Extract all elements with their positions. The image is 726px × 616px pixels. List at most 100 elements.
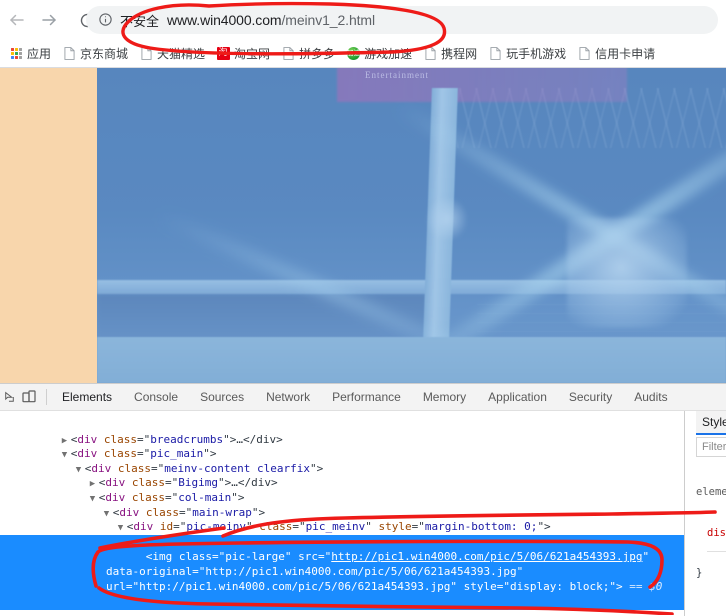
- document-icon: [62, 47, 76, 61]
- dom-attr-value: http://pic1.win4000.com/pic/5/06/621a454…: [139, 579, 451, 593]
- bookmark-label: 携程网: [441, 47, 478, 61]
- device-toolbar-icon[interactable]: [16, 385, 42, 409]
- dom-line-bigimg[interactable]: ▶ <div class="Bigimg">…</div>: [0, 462, 684, 489]
- bookmark-ctrip[interactable]: 携程网: [418, 43, 482, 65]
- green-circle-icon: 加速: [346, 47, 361, 61]
- dom-line-col-main[interactable]: ▼ <div class="col-main">: [0, 476, 684, 504]
- taobao-icon-glyph: 淘: [216, 47, 230, 60]
- dom-tree-scrollbar[interactable]: [673, 411, 683, 616]
- tab-console[interactable]: Console: [123, 384, 189, 411]
- styles-pane: Styles Filter element.style { dis } .pic…: [684, 411, 726, 616]
- dom-selected-marker: == $0: [629, 579, 663, 593]
- devtools-tabs: Elements Console Sources Network Perform…: [51, 384, 679, 411]
- style-selector-text: element.style: [696, 486, 726, 498]
- url-text: www.win4000.com/meinv1_2.html: [167, 12, 375, 28]
- dom-tag-name: img: [152, 550, 173, 564]
- taobao-icon: 淘: [216, 47, 230, 61]
- dom-attr-name: src: [298, 550, 318, 564]
- devtools-toolbar: Elements Console Sources Network Perform…: [0, 384, 726, 411]
- address-bar[interactable]: 不安全 www.win4000.com/meinv1_2.html: [86, 6, 718, 34]
- styles-filter-placeholder: Filter: [702, 441, 726, 453]
- bookmark-pdd[interactable]: 拼多多: [276, 43, 340, 65]
- photo-artwork: Entertainment: [97, 68, 726, 383]
- bookmark-label: 淘宝网: [234, 47, 271, 61]
- tab-sources[interactable]: Sources: [189, 384, 255, 411]
- tab-performance[interactable]: Performance: [321, 384, 412, 411]
- styles-tab[interactable]: Styles: [696, 411, 726, 435]
- bookmark-credit-card[interactable]: 信用卡申请: [572, 43, 660, 65]
- styles-rules-list[interactable]: element.style { dis } .pic- large wid wi…: [696, 459, 726, 616]
- tab-network[interactable]: Network: [255, 384, 321, 411]
- devtools-panel: Elements Console Sources Network Perform…: [0, 383, 726, 616]
- dom-line-breadcrumbs[interactable]: ▶ <div class="breadcrumbs">…</div>: [0, 418, 684, 446]
- photo-floor: [97, 337, 726, 383]
- bookmarks-bar: 应用 京东商城 天猫精选 淘 淘宝网 拼多多 加速 游戏加速 携程网 玩手机游戏…: [0, 40, 726, 68]
- bookmark-tmall[interactable]: 天猫精选: [134, 43, 210, 65]
- devtools-toolbar-icons: [0, 385, 51, 409]
- tab-elements[interactable]: Elements: [51, 384, 123, 411]
- photo-highlight: [567, 218, 687, 328]
- page-viewport: Entertainment img.pic-large | 960 × 1442…: [0, 68, 726, 383]
- browser-nav-bar: 不安全 www.win4000.com/meinv1_2.html: [0, 0, 726, 40]
- tab-security[interactable]: Security: [558, 384, 623, 411]
- bookmark-label: 信用卡申请: [595, 47, 656, 61]
- dom-line-comment[interactable]: <!--breadcrumbs-->: [0, 411, 684, 418]
- bookmark-jd[interactable]: 京东商城: [57, 43, 133, 65]
- back-button[interactable]: [2, 5, 32, 35]
- style-brace-close: }: [696, 567, 703, 579]
- tab-audits[interactable]: Audits: [623, 384, 678, 411]
- style-property[interactable]: dis: [696, 527, 726, 541]
- apps-grid-icon: [9, 47, 23, 61]
- bookmark-label: 拼多多: [299, 47, 336, 61]
- toolbar-divider: [46, 389, 47, 405]
- dom-tree[interactable]: <!--breadcrumbs--> ▶<div class="breadcru…: [0, 411, 684, 616]
- security-status-label: 不安全: [120, 13, 160, 29]
- photo-highlight: [427, 198, 467, 240]
- bookmark-label: 京东商城: [80, 47, 129, 61]
- document-icon: [423, 47, 437, 61]
- info-circle-icon[interactable]: [98, 12, 114, 28]
- forward-button[interactable]: [34, 5, 64, 35]
- dom-attr-name: style: [463, 579, 497, 593]
- document-icon: [488, 47, 502, 61]
- bookmark-mobile-games[interactable]: 玩手机游戏: [483, 43, 571, 65]
- dom-attr-value-link[interactable]: http://pic1.win4000.com/pic/5/06/621a454…: [331, 550, 642, 563]
- document-icon: [139, 47, 153, 61]
- bookmark-label: 玩手机游戏: [506, 47, 567, 61]
- dom-line-pic-meinv[interactable]: ▼ <div id="pic-meinv" class="pic_meinv" s…: [0, 506, 684, 533]
- style-rule-selector[interactable]: element.style {: [696, 486, 726, 500]
- tab-memory[interactable]: Memory: [412, 384, 477, 411]
- document-icon: [577, 47, 591, 61]
- inspected-image-pic-large[interactable]: Entertainment: [97, 68, 726, 383]
- styles-tab-label: Styles: [702, 415, 726, 429]
- dom-line-anchor-close[interactable]: </a>: [0, 610, 684, 616]
- dom-line-pic-main[interactable]: ▼ <div class="pic_main">: [0, 433, 684, 460]
- bookmark-label: 游戏加速: [364, 47, 413, 61]
- bookmark-apps[interactable]: 应用: [4, 43, 56, 65]
- dom-line-main-wrap[interactable]: ▼ <div class="main-wrap">: [0, 491, 684, 519]
- dom-line-anchor[interactable]: ▼<a href="http://www.win4000.com/meinv1_…: [0, 520, 684, 548]
- bookmark-game-accel[interactable]: 加速 游戏加速: [341, 43, 417, 65]
- url-host: www.win4000.com: [167, 12, 282, 28]
- inspect-element-icon[interactable]: [2, 385, 16, 409]
- styles-divider: [707, 551, 726, 552]
- dom-attr-name: url: [106, 579, 126, 593]
- dom-attr-value: pic-large: [225, 550, 285, 564]
- bookmark-label: 应用: [27, 47, 52, 61]
- document-icon: [281, 47, 295, 61]
- url-path: /meinv1_2.html: [281, 12, 375, 28]
- dom-attr-name: class: [178, 550, 212, 564]
- bookmark-label: 天猫精选: [157, 47, 206, 61]
- dom-attr-value: display: block;: [510, 579, 610, 593]
- tab-application[interactable]: Application: [477, 384, 558, 411]
- styles-filter-input[interactable]: Filter: [696, 437, 726, 457]
- dom-line-meinv-content[interactable]: ▼ <div class="meinv-content clearfix">: [0, 447, 684, 475]
- dom-attr-value: http://pic1.win4000.com/pic/5/06/621a454…: [205, 564, 517, 578]
- dom-attr-name: data-original: [106, 564, 193, 578]
- bookmark-taobao[interactable]: 淘 淘宝网: [211, 43, 275, 65]
- green-circle-icon-glyph: 加速: [346, 47, 361, 60]
- dom-node-img-selected[interactable]: <img class="pic-large" src="http://pic1.…: [0, 534, 684, 610]
- page-background-left: [0, 68, 97, 383]
- photo-banner-text: Entertainment: [365, 70, 429, 80]
- browser-chrome: 不安全 www.win4000.com/meinv1_2.html 应用 京东商…: [0, 0, 726, 68]
